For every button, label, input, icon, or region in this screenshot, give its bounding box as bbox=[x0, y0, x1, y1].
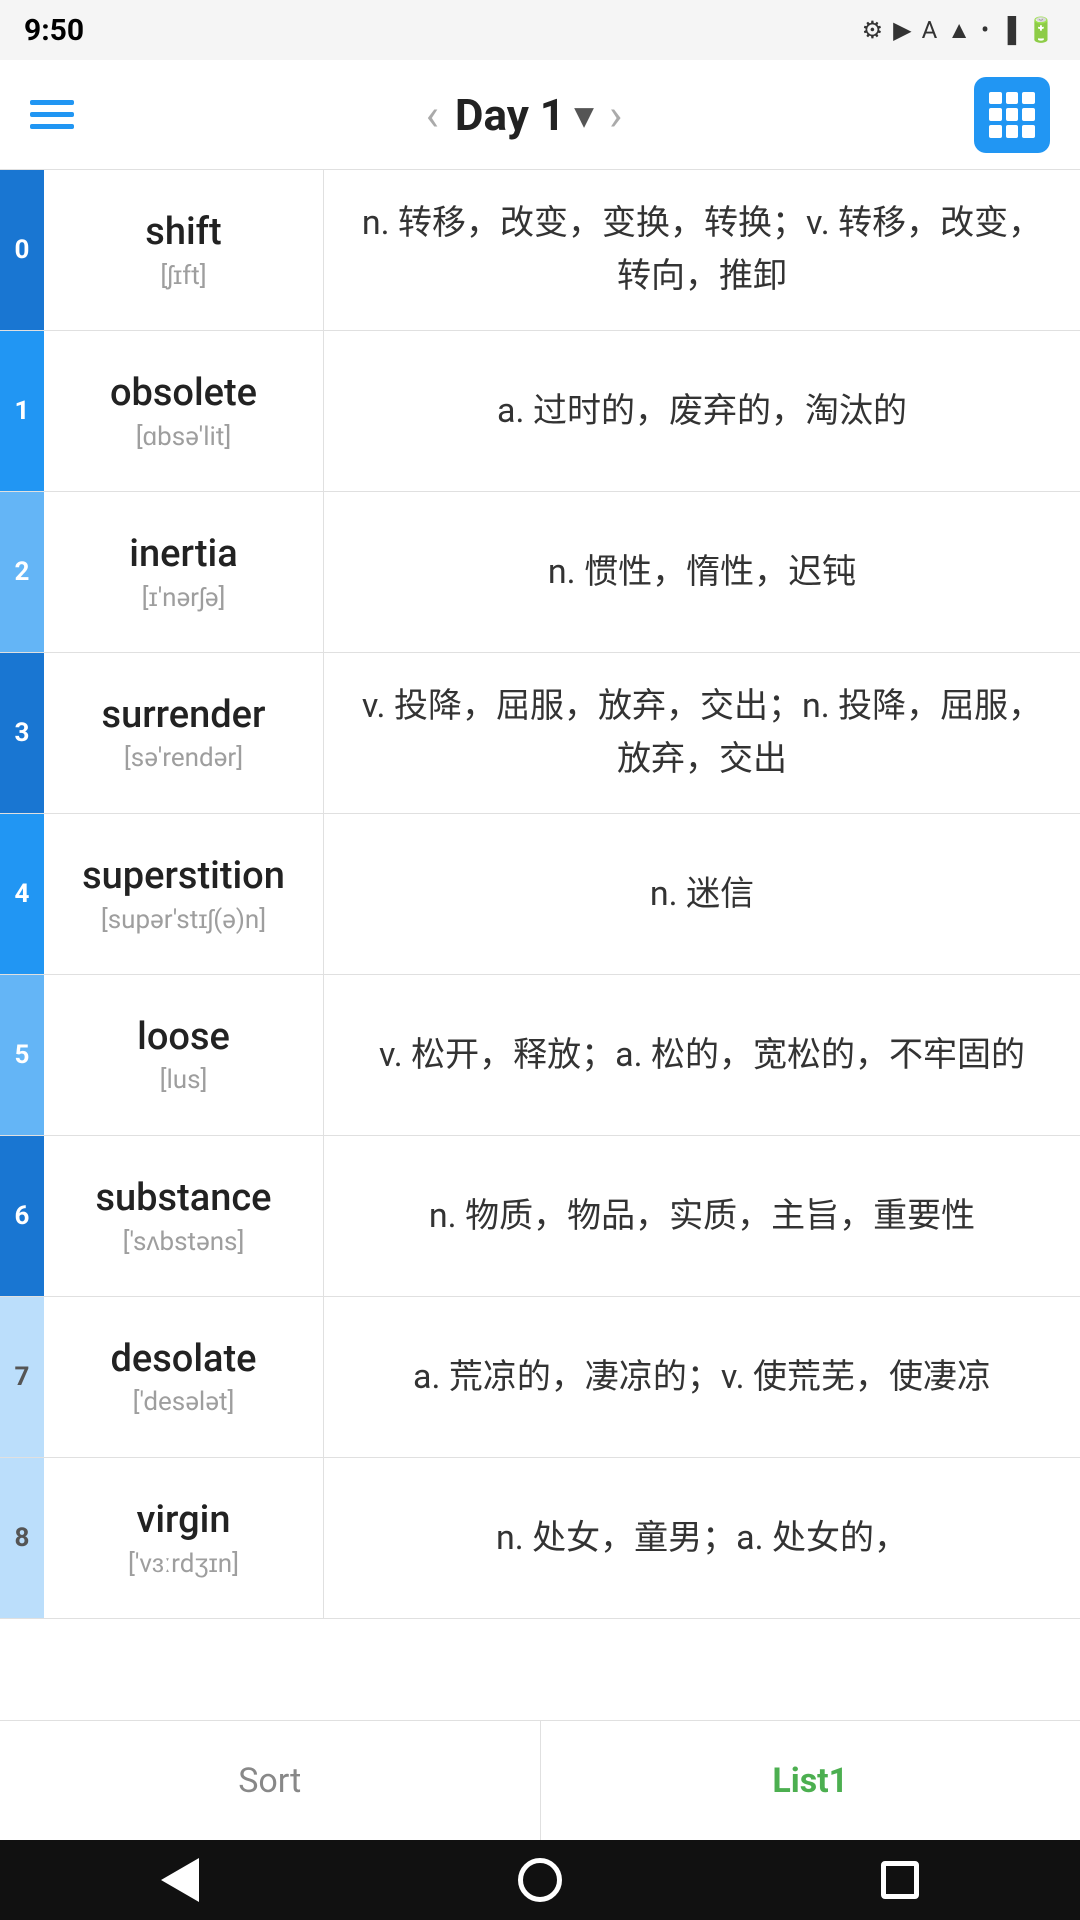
word-phonetic: ['sʌbstəns] bbox=[123, 1226, 245, 1257]
word-english: inertia bbox=[129, 532, 237, 576]
word-list: 0 shift [ʃɪft] n. 转移，改变，变换，转换；v. 转移，改变，转… bbox=[0, 170, 1080, 1619]
table-row[interactable]: 7 desolate ['desələt] a. 荒凉的，凄凉的；v. 使荒芜，… bbox=[0, 1297, 1080, 1458]
word-phonetic: ['desələt] bbox=[133, 1387, 235, 1417]
table-row[interactable]: 2 inertia [ɪ'nərʃə] n. 惯性，惰性，迟钝 bbox=[0, 492, 1080, 653]
word-cell: obsolete [ɑbsə'lit] bbox=[44, 331, 324, 491]
word-phonetic: [sə'rendər] bbox=[124, 743, 243, 773]
word-phonetic: [ʃɪft] bbox=[160, 260, 206, 291]
status-time: 9:50 bbox=[24, 13, 84, 48]
word-definition: n. 转移，改变，变换，转换；v. 转移，改变，转向，推卸 bbox=[324, 170, 1080, 330]
page-title[interactable]: Day 1 ▾ bbox=[455, 89, 593, 141]
status-icons: ⚙ ▶ A ▲ • ▐ 🔋 bbox=[862, 16, 1056, 45]
word-cell: loose [lus] bbox=[44, 975, 324, 1135]
recent-button[interactable] bbox=[870, 1850, 930, 1910]
dot-icon: • bbox=[981, 16, 989, 44]
back-icon bbox=[161, 1858, 199, 1902]
play-icon: ▶ bbox=[893, 16, 911, 44]
table-row[interactable]: 3 surrender [sə'rendər] v. 投降，屈服，放弃，交出；n… bbox=[0, 653, 1080, 814]
word-definition: a. 荒凉的，凄凉的；v. 使荒芜，使凄凉 bbox=[324, 1297, 1080, 1457]
table-row[interactable]: 5 loose [lus] v. 松开，释放；a. 松的，宽松的，不牢固的 bbox=[0, 975, 1080, 1136]
grid-icon bbox=[989, 92, 1035, 138]
word-definition: v. 松开，释放；a. 松的，宽松的，不牢固的 bbox=[324, 975, 1080, 1135]
row-index: 4 bbox=[0, 814, 44, 974]
row-index: 2 bbox=[0, 492, 44, 652]
settings-icon: ⚙ bbox=[862, 16, 884, 44]
word-definition: n. 惯性，惰性，迟钝 bbox=[324, 492, 1080, 652]
row-index: 3 bbox=[0, 653, 44, 813]
home-button[interactable] bbox=[510, 1850, 570, 1910]
status-bar: 9:50 ⚙ ▶ A ▲ • ▐ 🔋 bbox=[0, 0, 1080, 60]
word-definition: n. 物质，物品，实质，主旨，重要性 bbox=[324, 1136, 1080, 1296]
table-row[interactable]: 8 virgin ['vɜːrdʒɪn] n. 处女，童男；a. 处女的， bbox=[0, 1458, 1080, 1619]
back-button[interactable] bbox=[150, 1850, 210, 1910]
word-definition: n. 迷信 bbox=[324, 814, 1080, 974]
row-index: 7 bbox=[0, 1297, 44, 1457]
row-index: 0 bbox=[0, 170, 44, 330]
wifi-icon: ▲ bbox=[947, 16, 971, 45]
word-english: obsolete bbox=[110, 371, 257, 415]
word-phonetic: [lus] bbox=[160, 1065, 208, 1095]
word-english: virgin bbox=[137, 1498, 231, 1542]
recent-icon bbox=[881, 1861, 919, 1899]
word-cell: virgin ['vɜːrdʒɪn] bbox=[44, 1458, 324, 1618]
tab-sort[interactable]: Sort bbox=[0, 1721, 541, 1840]
word-definition: v. 投降，屈服，放弃，交出；n. 投降，屈服，放弃，交出 bbox=[324, 653, 1080, 813]
grid-view-button[interactable] bbox=[974, 77, 1050, 153]
prev-button[interactable]: ‹ bbox=[426, 93, 439, 137]
word-cell: desolate ['desələt] bbox=[44, 1297, 324, 1457]
word-english: substance bbox=[95, 1176, 271, 1220]
table-row[interactable]: 6 substance ['sʌbstəns] n. 物质，物品，实质，主旨，重… bbox=[0, 1136, 1080, 1297]
top-nav: ‹ Day 1 ▾ › bbox=[0, 60, 1080, 170]
word-definition: a. 过时的，废弃的，淘汰的 bbox=[324, 331, 1080, 491]
battery-icon: 🔋 bbox=[1026, 16, 1056, 44]
system-nav-bar bbox=[0, 1840, 1080, 1920]
word-english: loose bbox=[137, 1015, 230, 1059]
word-cell: shift [ʃɪft] bbox=[44, 170, 324, 330]
hamburger-menu[interactable] bbox=[30, 100, 74, 129]
row-index: 8 bbox=[0, 1458, 44, 1618]
word-english: surrender bbox=[102, 693, 266, 737]
bottom-tab-bar: SortList1 bbox=[0, 1720, 1080, 1840]
next-button[interactable]: › bbox=[609, 93, 622, 137]
signal-icon: ▐ bbox=[999, 16, 1016, 45]
nav-title-area: ‹ Day 1 ▾ › bbox=[426, 89, 623, 141]
row-index: 5 bbox=[0, 975, 44, 1135]
word-phonetic: [supər'stɪʃ(ə)n] bbox=[101, 904, 266, 935]
a-icon: A bbox=[922, 16, 938, 44]
word-phonetic: ['vɜːrdʒɪn] bbox=[128, 1548, 239, 1579]
word-english: shift bbox=[145, 210, 221, 254]
table-row[interactable]: 1 obsolete [ɑbsə'lit] a. 过时的，废弃的，淘汰的 bbox=[0, 331, 1080, 492]
word-phonetic: [ɪ'nərʃə] bbox=[142, 582, 226, 613]
word-cell: substance ['sʌbstəns] bbox=[44, 1136, 324, 1296]
word-english: desolate bbox=[110, 1337, 256, 1381]
tab-list1[interactable]: List1 bbox=[541, 1721, 1080, 1840]
word-definition: n. 处女，童男；a. 处女的， bbox=[324, 1458, 1080, 1618]
home-icon bbox=[518, 1858, 562, 1902]
row-index: 1 bbox=[0, 331, 44, 491]
word-phonetic: [ɑbsə'lit] bbox=[136, 421, 232, 452]
row-index: 6 bbox=[0, 1136, 44, 1296]
word-cell: superstition [supər'stɪʃ(ə)n] bbox=[44, 814, 324, 974]
table-row[interactable]: 0 shift [ʃɪft] n. 转移，改变，变换，转换；v. 转移，改变，转… bbox=[0, 170, 1080, 331]
word-cell: surrender [sə'rendər] bbox=[44, 653, 324, 813]
table-row[interactable]: 4 superstition [supər'stɪʃ(ə)n] n. 迷信 bbox=[0, 814, 1080, 975]
chevron-down-icon: ▾ bbox=[575, 94, 593, 136]
word-cell: inertia [ɪ'nərʃə] bbox=[44, 492, 324, 652]
word-english: superstition bbox=[82, 854, 285, 898]
